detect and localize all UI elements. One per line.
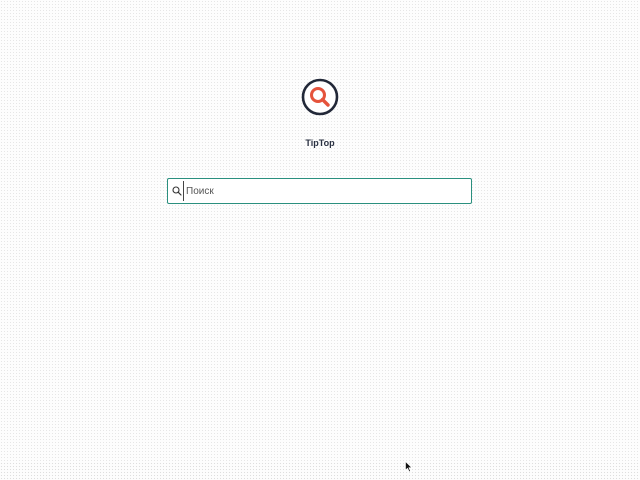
mouse-pointer-icon <box>405 461 413 473</box>
footer-band <box>0 462 640 480</box>
search-input[interactable] <box>183 181 466 201</box>
search-icon <box>172 186 182 196</box>
page: TipTop <box>0 0 640 480</box>
app-logo <box>301 78 339 130</box>
app-name: TipTop <box>305 138 335 148</box>
magnifier-logo-icon <box>301 78 339 116</box>
search-box[interactable] <box>167 178 472 204</box>
